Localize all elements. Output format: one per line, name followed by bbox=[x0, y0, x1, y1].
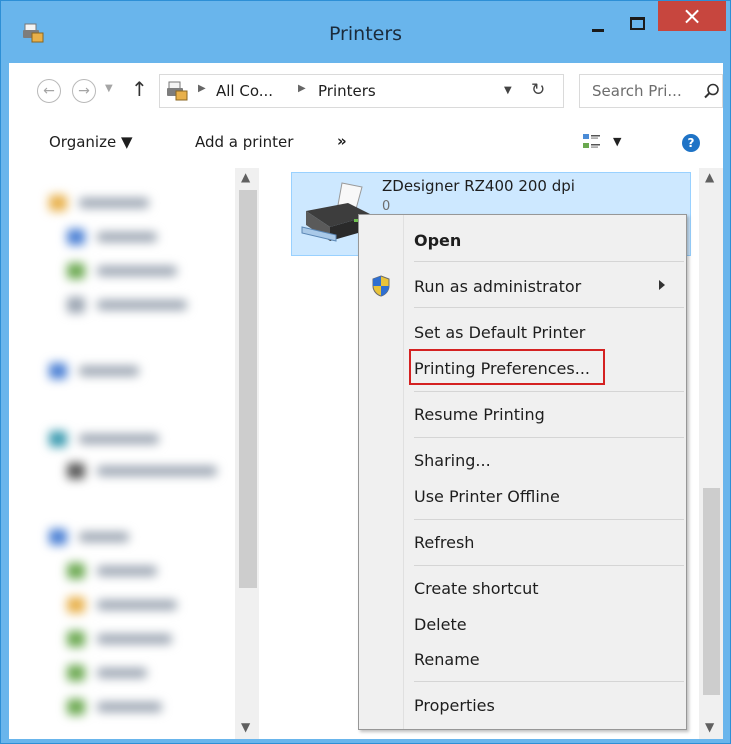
scroll-up-icon[interactable]: ▲ bbox=[241, 170, 250, 184]
title-bar[interactable]: Printers × bbox=[1, 1, 730, 63]
scroll-up-icon[interactable]: ▲ bbox=[705, 170, 714, 184]
address-dropdown-icon[interactable]: ▼ bbox=[504, 85, 512, 96]
context-menu: Open Run as administrator Set as Default… bbox=[358, 214, 687, 730]
scroll-down-icon[interactable]: ▼ bbox=[241, 720, 250, 734]
close-button[interactable]: × bbox=[658, 1, 726, 31]
breadcrumb-printers[interactable]: Printers bbox=[318, 82, 376, 100]
arrow-up-icon: ↑ bbox=[131, 77, 148, 101]
menu-separator bbox=[414, 681, 684, 682]
highlight-annotation-box bbox=[409, 349, 605, 385]
back-button[interactable]: ← bbox=[37, 79, 61, 103]
menu-item-label: Sharing... bbox=[414, 451, 491, 470]
menu-separator bbox=[414, 261, 684, 262]
close-icon: × bbox=[681, 2, 703, 30]
menu-item-label: Resume Printing bbox=[414, 405, 545, 424]
menu-item-label: Delete bbox=[414, 615, 467, 634]
menu-item-label: Properties bbox=[414, 696, 495, 715]
menu-item-label: Open bbox=[414, 231, 462, 250]
menu-separator bbox=[414, 307, 684, 308]
printer-name: ZDesigner RZ400 200 dpi bbox=[382, 177, 575, 195]
help-button[interactable]: ? bbox=[682, 134, 700, 152]
breadcrumb-chevron-icon[interactable]: ▶ bbox=[298, 83, 306, 94]
explorer-window: Printers × ← → ▼ ↑ ▶ All Co... ▶ Printer… bbox=[0, 0, 731, 744]
menu-separator bbox=[414, 565, 684, 566]
navigation-pane[interactable]: ▲ ▼ bbox=[9, 168, 259, 739]
breadcrumb-chevron-icon[interactable]: ▶ bbox=[198, 83, 206, 94]
menu-item-label: Use Printer Offline bbox=[414, 487, 560, 506]
address-bar[interactable]: ▶ All Co... ▶ Printers ▼ ↻ bbox=[159, 74, 564, 108]
navigation-pane-scrollbar[interactable]: ▲ ▼ bbox=[235, 168, 259, 739]
search-input[interactable]: Search Pri... bbox=[592, 82, 682, 100]
recent-locations-dropdown[interactable]: ▼ bbox=[105, 83, 113, 94]
minimize-button[interactable] bbox=[575, 9, 621, 41]
organize-button[interactable]: Organize ▼ bbox=[49, 133, 133, 151]
scroll-down-icon[interactable]: ▼ bbox=[705, 720, 714, 734]
menu-item-label: Create shortcut bbox=[414, 579, 539, 598]
menu-separator bbox=[414, 437, 684, 438]
menu-separator bbox=[414, 519, 684, 520]
command-bar: Organize ▼ Add a printer » ▼ ? bbox=[9, 121, 723, 165]
search-box[interactable]: Search Pri... bbox=[579, 74, 723, 108]
navigation-tree-blurred bbox=[9, 168, 239, 739]
menu-item-resume-printing[interactable]: Resume Printing bbox=[359, 400, 686, 430]
menu-item-label: Run as administrator bbox=[414, 277, 582, 296]
uac-shield-icon bbox=[372, 275, 390, 297]
menu-item-label: Rename bbox=[414, 650, 480, 669]
minimize-icon bbox=[592, 28, 604, 32]
menu-separator bbox=[414, 391, 684, 392]
menu-item-rename[interactable]: Rename bbox=[359, 645, 686, 675]
menu-item-set-as-default-printer[interactable]: Set as Default Printer bbox=[359, 318, 686, 348]
printer-document-count: 0 bbox=[382, 199, 391, 214]
view-options-icon[interactable] bbox=[583, 134, 601, 150]
up-button[interactable]: ↑ bbox=[131, 77, 148, 101]
maximize-icon bbox=[629, 16, 645, 30]
menu-item-delete[interactable]: Delete bbox=[359, 610, 686, 640]
devices-printers-icon bbox=[167, 81, 188, 101]
refresh-icon[interactable]: ↻ bbox=[531, 80, 545, 100]
menu-item-create-shortcut[interactable]: Create shortcut bbox=[359, 574, 686, 604]
scrollbar-thumb[interactable] bbox=[703, 488, 720, 695]
forward-button[interactable]: → bbox=[72, 79, 96, 103]
breadcrumb-all-control-panel[interactable]: All Co... bbox=[216, 82, 273, 100]
add-printer-button[interactable]: Add a printer bbox=[195, 133, 293, 151]
arrow-right-icon: → bbox=[78, 83, 90, 99]
menu-item-label: Set as Default Printer bbox=[414, 323, 586, 342]
menu-item-run-as-administrator[interactable]: Run as administrator bbox=[359, 272, 686, 302]
submenu-arrow-icon bbox=[659, 280, 665, 290]
menu-item-use-printer-offline[interactable]: Use Printer Offline bbox=[359, 482, 686, 512]
arrow-left-icon: ← bbox=[43, 83, 55, 99]
menu-item-properties[interactable]: Properties bbox=[359, 691, 686, 721]
menu-item-open[interactable]: Open bbox=[359, 226, 686, 256]
scrollbar-thumb[interactable] bbox=[239, 190, 257, 588]
view-dropdown-icon[interactable]: ▼ bbox=[613, 135, 621, 148]
maximize-button[interactable] bbox=[617, 7, 657, 39]
menu-item-label: Refresh bbox=[414, 533, 475, 552]
search-icon[interactable] bbox=[704, 83, 720, 99]
more-commands-button[interactable]: » bbox=[337, 132, 347, 150]
menu-item-sharing[interactable]: Sharing... bbox=[359, 446, 686, 476]
content-scrollbar[interactable]: ▲ ▼ bbox=[699, 168, 723, 739]
menu-item-refresh[interactable]: Refresh bbox=[359, 528, 686, 558]
